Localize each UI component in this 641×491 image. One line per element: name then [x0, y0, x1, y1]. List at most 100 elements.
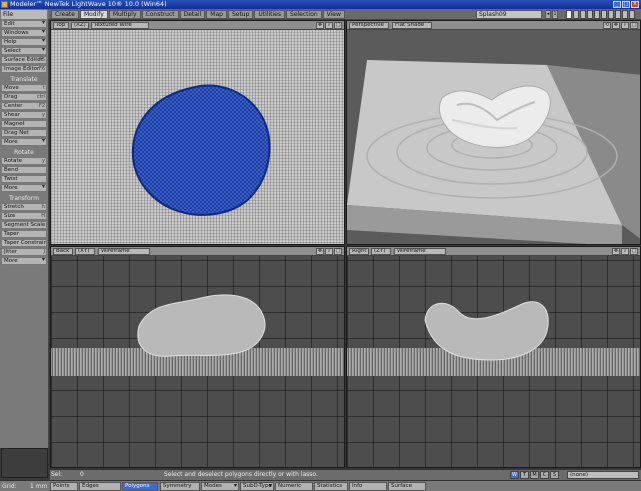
- maximize-view-icon[interactable]: □: [334, 248, 342, 255]
- surface-select[interactable]: (none): [567, 471, 639, 479]
- zoom-view-icon[interactable]: ⌕: [325, 22, 333, 29]
- edges-mode-button[interactable]: Edges: [79, 482, 121, 491]
- move-view-icon[interactable]: ✥: [316, 22, 324, 29]
- tool-stretch[interactable]: Stretch h: [1, 203, 47, 211]
- tab-setup[interactable]: Setup: [227, 10, 254, 19]
- tab-modify[interactable]: Modify: [79, 10, 108, 19]
- render-mode-select[interactable]: Wireframe: [98, 248, 150, 255]
- render-mode-select[interactable]: Wireframe: [394, 248, 446, 255]
- tool-twist[interactable]: Twist: [1, 175, 47, 183]
- tool-image-editor[interactable]: Image Editor F6: [1, 65, 47, 73]
- layer-slot[interactable]: [580, 10, 586, 19]
- render-mode-select[interactable]: Textured Wire: [91, 22, 149, 29]
- layer-slot[interactable]: [594, 10, 600, 19]
- tool-rotate[interactable]: Rotate y: [1, 157, 47, 165]
- tool-center[interactable]: Center F2: [1, 102, 47, 110]
- viewport-canvas[interactable]: [347, 256, 640, 467]
- file-menu-button[interactable]: File: [0, 9, 48, 20]
- tool-more[interactable]: More: [1, 257, 47, 265]
- tool-magnet[interactable]: Magnet: [1, 120, 47, 128]
- tool-drag-net[interactable]: Drag Net: [1, 129, 47, 137]
- layer-slot[interactable]: [587, 10, 593, 19]
- zoom-view-icon[interactable]: ⌕: [325, 248, 333, 255]
- tool-jitter[interactable]: Jitter J: [1, 248, 47, 256]
- maximize-view-icon[interactable]: □: [334, 22, 342, 29]
- tool-select[interactable]: Select: [1, 47, 47, 55]
- symmetry-button[interactable]: Symmetry: [160, 482, 200, 491]
- tool-more[interactable]: More: [1, 184, 47, 192]
- viewport-back[interactable]: Back (XY) Wireframe ✥ ⌕ □: [50, 246, 345, 468]
- polygons-mode-button[interactable]: Polygons: [122, 482, 158, 491]
- tab-detail[interactable]: Detail: [179, 10, 206, 19]
- tool-shear[interactable]: Shear y: [1, 111, 47, 119]
- tab-construct[interactable]: Construct: [141, 10, 179, 19]
- wtmcs-m-button[interactable]: M: [530, 471, 539, 479]
- layer-name-select[interactable]: Splash09: [476, 10, 542, 19]
- view-axes-select[interactable]: (XY): [75, 248, 95, 255]
- tool-edit[interactable]: Edit: [1, 20, 47, 28]
- layer-slot[interactable]: [622, 10, 628, 19]
- render-mode-select[interactable]: Flat Shade: [392, 22, 432, 29]
- viewport-top[interactable]: Top (XZ) Textured Wire ✥ ⌕ □: [50, 20, 345, 245]
- layer-slot[interactable]: [629, 10, 635, 19]
- view-type-select[interactable]: Top: [53, 22, 69, 29]
- layer-slot[interactable]: [601, 10, 607, 19]
- move-view-icon[interactable]: ✥: [612, 248, 620, 255]
- tab-multiply[interactable]: Multiply: [108, 10, 141, 19]
- view-type-select[interactable]: Perspective: [349, 22, 389, 29]
- maximize-view-icon[interactable]: □: [630, 248, 638, 255]
- tool-size[interactable]: Size H: [1, 212, 47, 220]
- layer-slot[interactable]: [615, 10, 621, 19]
- points-mode-button[interactable]: Points: [50, 482, 78, 491]
- tab-utilities[interactable]: Utilities: [254, 10, 286, 19]
- layer-number[interactable]: 1: [552, 10, 558, 19]
- tool-surface-editor[interactable]: Surface Editor F5: [1, 56, 47, 64]
- maximize-button[interactable]: □: [622, 1, 630, 8]
- tool-move[interactable]: Move t: [1, 84, 47, 92]
- info-button[interactable]: Info: [349, 482, 387, 491]
- subd-type-select[interactable]: SubD-Type: [240, 482, 274, 491]
- view-type-select[interactable]: Back: [53, 248, 73, 255]
- statistics-button[interactable]: Statistics: [314, 482, 348, 491]
- viewport-canvas[interactable]: [51, 256, 344, 467]
- modes-select[interactable]: Modes: [201, 482, 239, 491]
- layer-slot[interactable]: [566, 10, 572, 19]
- viewport-canvas[interactable]: [51, 30, 344, 244]
- numeric-button[interactable]: Numeric: [275, 482, 313, 491]
- tool-shortcut: ctrl: [36, 94, 45, 100]
- minimize-button[interactable]: _: [613, 1, 621, 8]
- wtmcs-w-button[interactable]: W: [510, 471, 519, 479]
- layer-prev-icon[interactable]: ◂: [545, 10, 551, 19]
- maximize-view-icon[interactable]: □: [630, 22, 638, 29]
- zoom-view-icon[interactable]: ⌕: [621, 248, 629, 255]
- layer-slot[interactable]: [573, 10, 579, 19]
- viewport-perspective[interactable]: Perspective Flat Shade ⟲ ✥ ⌕ □: [346, 20, 641, 245]
- wtmcs-c-button[interactable]: C: [540, 471, 549, 479]
- tool-drag[interactable]: Drag ctrl: [1, 93, 47, 101]
- tool-segment-scale[interactable]: Segment Scale: [1, 221, 47, 229]
- tool-more[interactable]: More: [1, 138, 47, 146]
- wtmcs-s-button[interactable]: S: [550, 471, 559, 479]
- zoom-view-icon[interactable]: ⌕: [621, 22, 629, 29]
- tab-map[interactable]: Map: [206, 10, 227, 19]
- rotate-view-icon[interactable]: ⟲: [603, 22, 611, 29]
- tab-view[interactable]: View: [322, 10, 345, 19]
- viewport-right[interactable]: Right (ZY) Wireframe ✥ ⌕ □: [346, 246, 641, 468]
- tool-help[interactable]: Help: [1, 38, 47, 46]
- close-button[interactable]: ×: [631, 1, 639, 8]
- tool-taper-constrain[interactable]: Taper Constrain: [1, 239, 47, 247]
- tool-windows[interactable]: Windows: [1, 29, 47, 37]
- move-view-icon[interactable]: ✥: [316, 248, 324, 255]
- view-type-select[interactable]: Right: [349, 248, 369, 255]
- tab-create[interactable]: Create: [51, 10, 79, 19]
- surface-button[interactable]: Surface: [388, 482, 426, 491]
- view-axes-select[interactable]: (XZ): [71, 22, 89, 29]
- tool-bend[interactable]: Bend: [1, 166, 47, 174]
- mode-bar: Grid: 1 mm Points Edges Polygons Symmetr…: [0, 480, 641, 491]
- view-axes-select[interactable]: (ZY): [371, 248, 391, 255]
- tab-selection[interactable]: Selection: [286, 10, 322, 19]
- layer-slot[interactable]: [608, 10, 614, 19]
- wtmcs-t-button[interactable]: T: [520, 471, 529, 479]
- move-view-icon[interactable]: ✥: [612, 22, 620, 29]
- tool-taper[interactable]: Taper: [1, 230, 47, 238]
